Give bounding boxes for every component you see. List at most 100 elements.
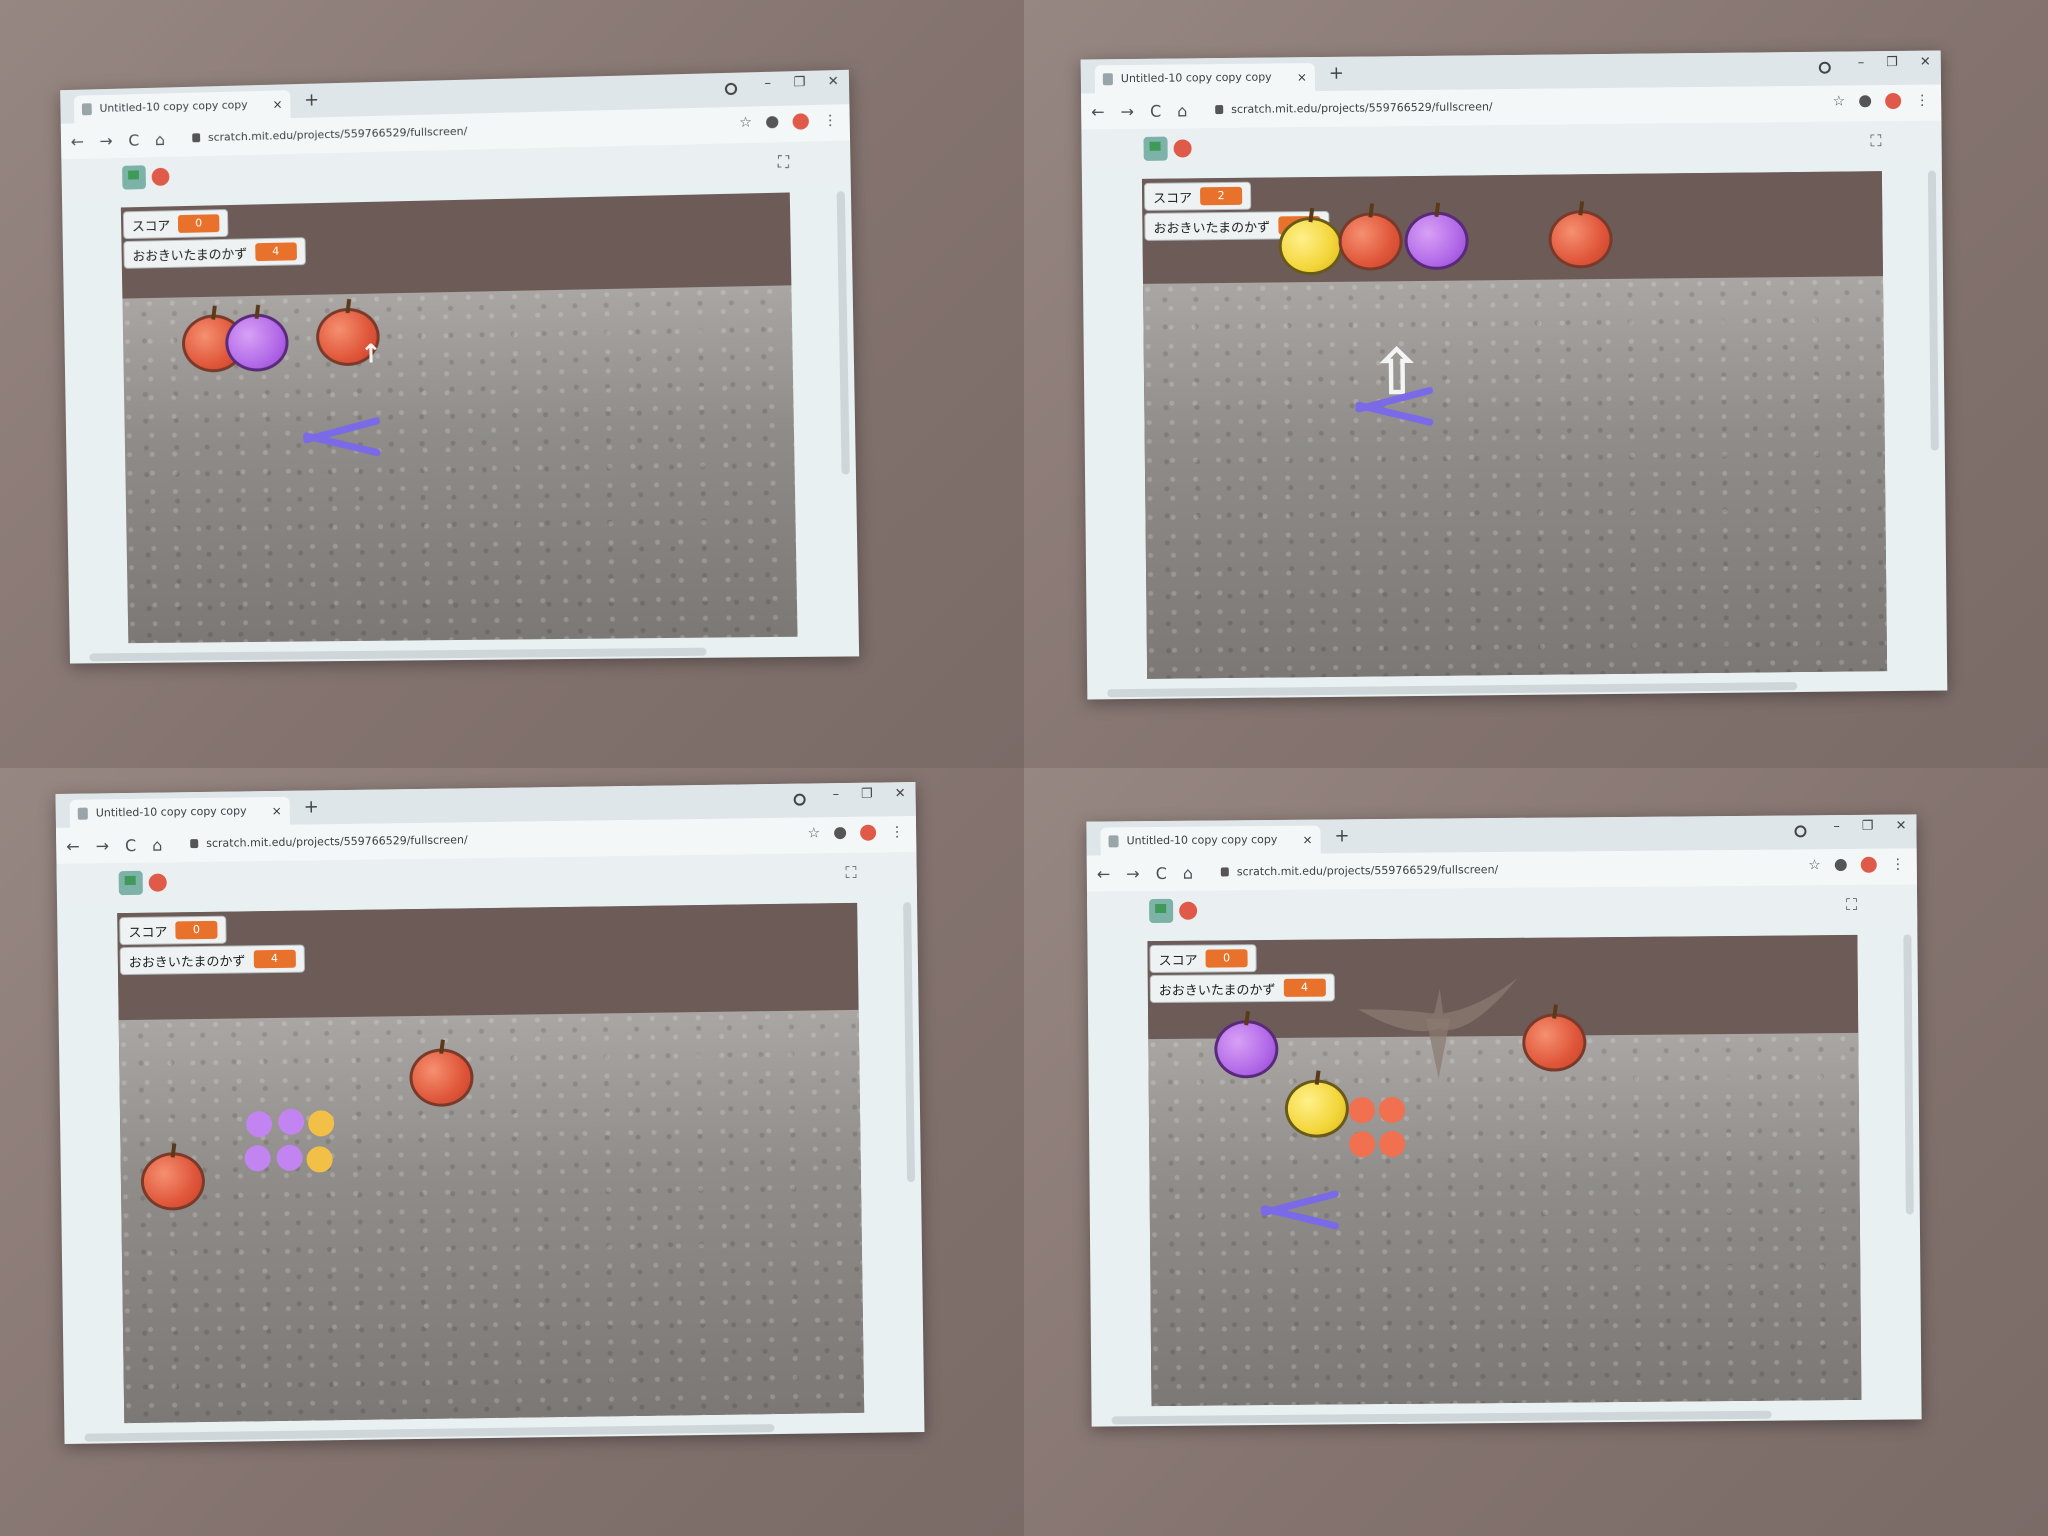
url-bar[interactable]: scratch.mit.edu/projects/559766529/fulls… — [188, 114, 738, 149]
url-bar[interactable]: scratch.mit.edu/projects/559766529/fulls… — [186, 825, 806, 856]
extension-icon[interactable] — [766, 115, 779, 129]
menu-icon[interactable]: ⋮ — [823, 113, 838, 130]
star-icon[interactable]: ☆ — [807, 825, 820, 841]
extension-icon[interactable] — [834, 827, 847, 840]
tab-close-icon[interactable]: × — [1302, 826, 1312, 854]
url-bar[interactable]: scratch.mit.edu/projects/559766529/fulls… — [1217, 856, 1807, 883]
score-monitor: スコア 0 — [122, 209, 229, 240]
menu-icon[interactable]: ⋮ — [890, 824, 904, 840]
browser-tab[interactable]: Untitled-10 copy copy copy × — [69, 796, 290, 828]
avatar[interactable] — [860, 824, 877, 841]
reload-icon[interactable]: C — [1156, 863, 1167, 882]
home-icon[interactable]: ⌂ — [152, 835, 162, 854]
score-value: 0 — [177, 214, 220, 233]
stop-icon[interactable] — [151, 167, 170, 186]
maximize-button[interactable]: ❐ — [861, 787, 873, 802]
green-flag-icon[interactable] — [122, 165, 146, 190]
maximize-button[interactable]: ❐ — [793, 75, 805, 90]
extension-icon[interactable] — [1859, 95, 1872, 108]
minimize-button[interactable]: – — [1833, 819, 1840, 834]
star-icon[interactable]: ☆ — [1833, 94, 1846, 110]
purple-apple-sprite — [1214, 1019, 1279, 1079]
horizontal-scrollbar[interactable] — [84, 1424, 775, 1442]
home-icon[interactable]: ⌂ — [1183, 863, 1193, 882]
url-bar[interactable]: scratch.mit.edu/projects/559766529/fulls… — [1211, 93, 1831, 121]
vertical-scrollbar[interactable] — [903, 902, 916, 1183]
reload-icon[interactable]: C — [1150, 101, 1161, 120]
green-flag-icon[interactable] — [118, 870, 143, 896]
vertical-scrollbar[interactable] — [836, 191, 850, 475]
avatar[interactable] — [1860, 856, 1877, 873]
extension-icon[interactable] — [1794, 825, 1807, 838]
new-tab-button[interactable]: + — [304, 89, 319, 110]
close-button[interactable]: ✕ — [1895, 818, 1906, 833]
scratch-stage[interactable]: スコア 0 おおきいたまのかず 4 — [117, 902, 865, 1424]
new-tab-button[interactable]: + — [304, 796, 319, 817]
extension-icon[interactable] — [1834, 858, 1847, 872]
tab-close-icon[interactable]: × — [272, 797, 282, 825]
remaining-value: 4 — [254, 242, 297, 262]
bird-sprite — [1358, 977, 1518, 1079]
forward-icon[interactable]: → — [99, 131, 112, 150]
browser-tab[interactable]: Untitled-10 copy copy copy × — [1100, 825, 1321, 856]
close-button[interactable]: ✕ — [828, 74, 839, 89]
url-text: scratch.mit.edu/projects/559766529/fulls… — [1231, 100, 1493, 116]
bug-sprite — [302, 416, 382, 457]
exit-fullscreen-icon[interactable]: ⛶ — [778, 152, 790, 172]
stop-icon[interactable] — [148, 873, 167, 892]
url-text: scratch.mit.edu/projects/559766529/fulls… — [207, 124, 468, 144]
remaining-value: 4 — [253, 949, 296, 969]
remaining-monitor: おおきいたまのかず 4 — [1149, 973, 1335, 1004]
stop-icon[interactable] — [1179, 901, 1198, 920]
back-icon[interactable]: ← — [1091, 102, 1105, 121]
forward-icon[interactable]: → — [1126, 864, 1140, 883]
extension-icon[interactable] — [1818, 61, 1831, 74]
new-tab-button[interactable]: + — [1329, 63, 1344, 84]
minimize-button[interactable]: – — [764, 76, 771, 91]
forward-icon[interactable]: → — [1121, 101, 1135, 120]
back-icon[interactable]: ← — [1097, 864, 1111, 883]
minimize-button[interactable]: – — [1858, 55, 1865, 70]
browser-window: Untitled-10 copy copy copy × + – ❐ ✕ ← →… — [60, 69, 860, 664]
exit-fullscreen-icon[interactable]: ⛶ — [1846, 895, 1857, 915]
forward-icon[interactable]: → — [96, 836, 110, 855]
green-flag-icon[interactable] — [1143, 136, 1168, 161]
menu-icon[interactable]: ⋮ — [1915, 93, 1929, 109]
scratch-stage[interactable]: スコア 2 おおきいたまのかず 2 ⇧ — [1141, 171, 1888, 679]
home-icon[interactable]: ⌂ — [1177, 101, 1187, 120]
maximize-button[interactable]: ❐ — [1886, 55, 1898, 70]
horizontal-scrollbar[interactable] — [1111, 1410, 1772, 1425]
exit-fullscreen-icon[interactable]: ⛶ — [845, 863, 856, 883]
avatar[interactable] — [792, 113, 810, 130]
exit-fullscreen-icon[interactable]: ⛶ — [1870, 131, 1881, 151]
tab-close-icon[interactable]: × — [272, 90, 282, 118]
green-flag-icon[interactable] — [1149, 898, 1174, 924]
home-icon[interactable]: ⌂ — [155, 130, 165, 149]
scratch-stage[interactable]: スコア 0 おおきいたまのかず 4 ↑ — [120, 192, 798, 644]
browser-tab[interactable]: Untitled-10 copy copy copy × — [1094, 63, 1316, 94]
vertical-scrollbar[interactable] — [1927, 170, 1939, 451]
close-button[interactable]: ✕ — [1920, 55, 1931, 70]
back-icon[interactable]: ← — [66, 836, 80, 855]
tab-close-icon[interactable]: × — [1297, 63, 1307, 91]
horizontal-scrollbar[interactable] — [89, 647, 707, 662]
close-button[interactable]: ✕ — [895, 786, 906, 801]
extension-icon[interactable] — [724, 82, 738, 96]
avatar[interactable] — [1885, 92, 1902, 110]
new-tab-button[interactable]: + — [1334, 825, 1349, 846]
favicon-icon — [81, 103, 92, 116]
reload-icon[interactable]: C — [128, 130, 139, 149]
menu-icon[interactable]: ⋮ — [1891, 856, 1905, 872]
maximize-button[interactable]: ❐ — [1862, 819, 1874, 834]
horizontal-scrollbar[interactable] — [1107, 682, 1798, 698]
scratch-stage[interactable]: スコア 0 おおきいたまのかず 4 — [1147, 934, 1862, 1407]
star-icon[interactable]: ☆ — [739, 115, 752, 131]
extension-icon[interactable] — [793, 793, 806, 806]
reload-icon[interactable]: C — [125, 835, 136, 854]
vertical-scrollbar[interactable] — [1903, 934, 1914, 1215]
photo-frame-2: Untitled-10 copy copy copy × + – ❐ ✕ ← →… — [1024, 0, 2048, 768]
back-icon[interactable]: ← — [71, 132, 84, 151]
minimize-button[interactable]: – — [832, 787, 839, 802]
stop-icon[interactable] — [1173, 139, 1192, 158]
star-icon[interactable]: ☆ — [1808, 857, 1821, 873]
